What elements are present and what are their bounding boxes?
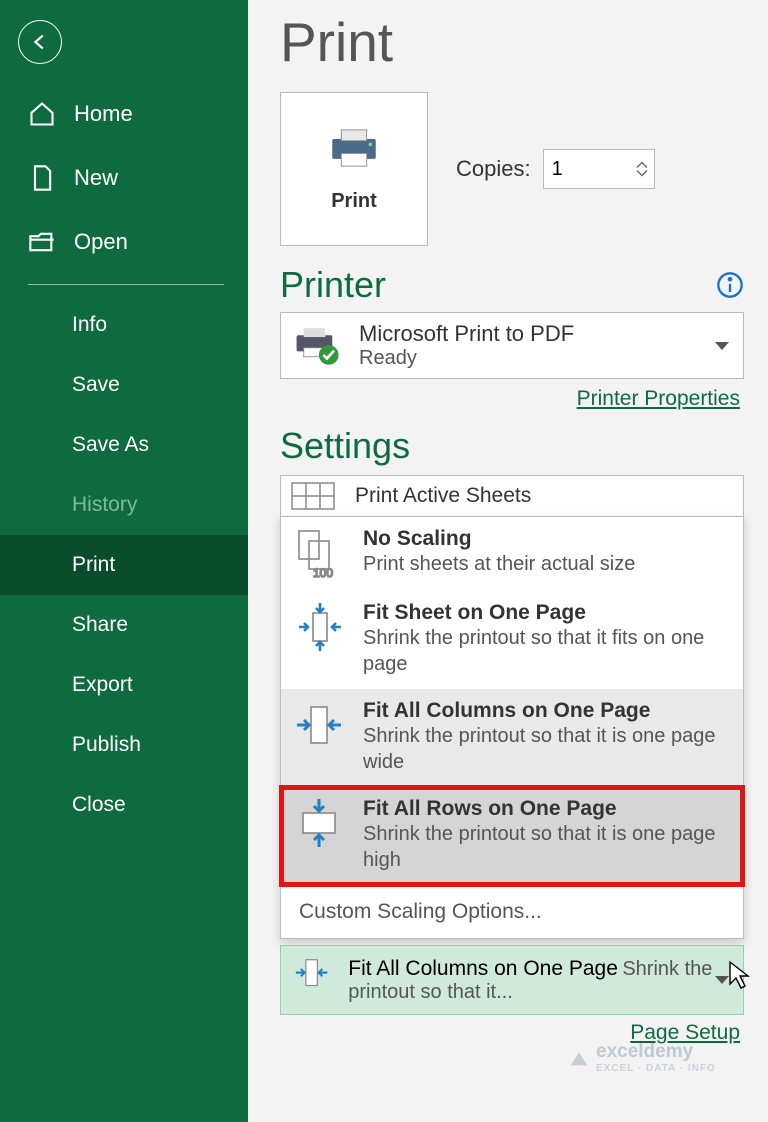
chevron-down-icon: [715, 976, 729, 984]
scaling-option-title: Fit Sheet on One Page: [363, 601, 731, 625]
sidebar-item-print[interactable]: Print: [0, 535, 248, 595]
info-icon[interactable]: [716, 271, 744, 299]
sidebar-item-history: History: [0, 475, 248, 535]
sidebar-item-save-as[interactable]: Save As: [0, 415, 248, 475]
sidebar-item-label: Save: [72, 373, 120, 397]
sidebar-item-label: Close: [72, 793, 126, 817]
scaling-option-title: Fit All Rows on One Page: [363, 797, 731, 821]
copies-field[interactable]: [552, 158, 622, 181]
sidebar-item-label: Save As: [72, 433, 149, 457]
sidebar-item-new[interactable]: New: [0, 146, 248, 210]
sidebar-item-label: New: [74, 165, 118, 191]
scaling-selector[interactable]: Fit All Columns on One Page Shrink the p…: [280, 945, 744, 1015]
sidebar-item-label: Open: [74, 229, 128, 255]
copies-label: Copies:: [456, 156, 531, 182]
print-button-label: Print: [331, 190, 377, 213]
watermark-icon: [568, 1047, 590, 1069]
printer-status: Ready: [359, 347, 574, 370]
printer-name: Microsoft Print to PDF: [359, 321, 574, 347]
scaling-option-fit-rows[interactable]: Fit All Rows on One Page Shrink the prin…: [281, 787, 743, 885]
sidebar-item-label: Publish: [72, 733, 141, 757]
copies-down-icon[interactable]: [636, 169, 648, 178]
scaling-dropdown: 100 No Scaling Print sheets at their act…: [280, 516, 744, 939]
sidebar-item-label: History: [72, 493, 137, 517]
chevron-down-icon: [715, 342, 729, 350]
new-icon: [28, 164, 56, 192]
copies-input[interactable]: [543, 149, 655, 189]
sidebar-item-label: Home: [74, 101, 133, 127]
print-button[interactable]: Print: [280, 92, 428, 246]
print-active-sheets-label: Print Active Sheets: [355, 484, 531, 508]
page-title: Print: [280, 10, 744, 74]
sidebar-divider: [28, 284, 224, 285]
print-panel: Print Print Copies: Printer Microsoft Pr…: [248, 0, 768, 1122]
backstage-sidebar: Home New Open Info Save Save As History …: [0, 0, 248, 1122]
sidebar-item-open[interactable]: Open: [0, 210, 248, 274]
folder-open-icon: [28, 228, 56, 256]
scaling-option-no-scaling[interactable]: 100 No Scaling Print sheets at their act…: [281, 517, 743, 591]
sidebar-item-home[interactable]: Home: [0, 82, 248, 146]
scaling-option-desc: Print sheets at their actual size: [363, 551, 635, 577]
printer-properties-link[interactable]: Printer Properties: [280, 387, 740, 411]
fit-columns-icon: [293, 954, 330, 1006]
sidebar-item-share[interactable]: Share: [0, 595, 248, 655]
sidebar-item-publish[interactable]: Publish: [0, 715, 248, 775]
sidebar-item-close[interactable]: Close: [0, 775, 248, 835]
scaling-option-desc: Shrink the printout so that it is one pa…: [363, 821, 731, 873]
scaling-option-desc: Shrink the printout so that it is one pa…: [363, 723, 731, 775]
sidebar-item-export[interactable]: Export: [0, 655, 248, 715]
home-icon: [28, 100, 56, 128]
sidebar-item-label: Info: [72, 313, 107, 337]
printer-selector[interactable]: Microsoft Print to PDF Ready: [280, 312, 744, 379]
sheets-icon: [291, 482, 335, 510]
scaling-option-fit-columns[interactable]: Fit All Columns on One Page Shrink the p…: [281, 689, 743, 787]
settings-header: Settings: [280, 425, 744, 467]
back-arrow-icon: [29, 31, 51, 53]
svg-text:100: 100: [313, 566, 333, 579]
watermark: exceldemyEXCEL · DATA · INFO: [568, 1041, 716, 1074]
fit-sheet-icon: [293, 601, 345, 653]
back-button[interactable]: [18, 20, 62, 64]
fit-columns-icon: [293, 699, 345, 751]
sidebar-item-label: Print: [72, 553, 115, 577]
printer-header: Printer: [280, 264, 386, 306]
copies-up-icon[interactable]: [636, 160, 648, 169]
print-active-sheets-selector[interactable]: Print Active Sheets: [280, 475, 744, 516]
scaling-option-fit-sheet[interactable]: Fit Sheet on One Page Shrink the printou…: [281, 591, 743, 689]
cursor-icon: [728, 960, 752, 990]
fit-rows-icon: [293, 797, 345, 849]
sidebar-item-save[interactable]: Save: [0, 355, 248, 415]
printer-status-icon: [293, 325, 343, 367]
custom-scaling-option[interactable]: Custom Scaling Options...: [281, 885, 743, 938]
scaling-option-title: No Scaling: [363, 527, 635, 551]
sidebar-item-label: Share: [72, 613, 128, 637]
scaling-option-title: Fit All Columns on One Page: [363, 699, 731, 723]
sidebar-item-label: Export: [72, 673, 133, 697]
scaling-option-desc: Shrink the printout so that it fits on o…: [363, 625, 731, 677]
no-scaling-icon: 100: [293, 527, 345, 579]
printer-icon: [325, 126, 383, 170]
scaling-selected-title: Fit All Columns on One Page: [348, 957, 618, 980]
sidebar-item-info[interactable]: Info: [0, 295, 248, 355]
